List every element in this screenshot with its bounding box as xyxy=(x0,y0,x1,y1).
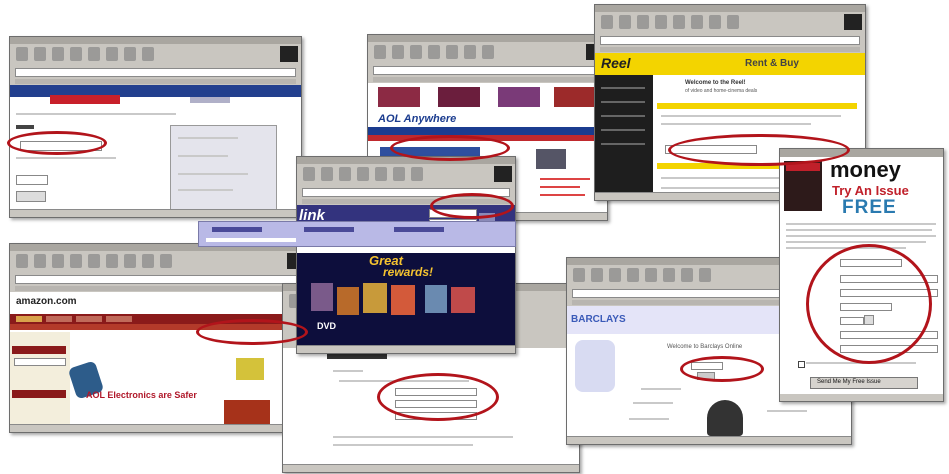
link-subnav xyxy=(206,238,296,242)
dvd-cover-6[interactable] xyxy=(451,287,475,313)
highlight-oval-link-login xyxy=(430,193,514,219)
brand-logo xyxy=(190,97,230,103)
stop-icon[interactable] xyxy=(52,47,64,61)
popup-status xyxy=(780,394,943,401)
favorites-icon[interactable] xyxy=(124,47,136,61)
header-banner xyxy=(595,53,865,75)
search-field[interactable] xyxy=(14,358,66,366)
amazon-logo: amazon.com xyxy=(16,296,77,307)
submit-button-label: Send Me My Free Issue xyxy=(817,379,881,385)
signin-button[interactable] xyxy=(16,191,46,202)
section-heading xyxy=(657,103,857,109)
promo-image-4[interactable] xyxy=(554,87,594,107)
promo-image-2[interactable] xyxy=(438,87,480,107)
browser-logo-icon xyxy=(844,14,862,30)
browser-chrome xyxy=(368,35,607,84)
dvd-cover-4[interactable] xyxy=(391,285,415,315)
address-bar[interactable] xyxy=(15,68,296,77)
optin-checkbox[interactable] xyxy=(798,361,805,368)
status-bar xyxy=(567,436,851,444)
status-bar xyxy=(10,209,301,217)
left-nav xyxy=(595,75,653,193)
forward-icon[interactable] xyxy=(34,47,46,61)
reel-logo: Reel xyxy=(601,55,631,71)
highlight-oval-amazon-tab xyxy=(196,319,308,345)
link-tab-2[interactable] xyxy=(304,227,354,232)
map-graphic xyxy=(575,340,615,392)
search-header xyxy=(12,346,66,354)
status-bar xyxy=(297,345,515,353)
browser-chrome xyxy=(595,5,865,54)
graduate-image xyxy=(707,400,743,436)
tab-dvd[interactable] xyxy=(106,316,132,322)
aol-logo-text: AOL Anywhere xyxy=(378,113,457,125)
signin-heading xyxy=(16,125,34,129)
browser-logo-icon xyxy=(494,166,512,182)
refresh-icon[interactable] xyxy=(70,47,82,61)
back-icon[interactable] xyxy=(16,47,28,61)
reel-banner-text: Rent & Buy xyxy=(745,58,799,69)
browser-chrome xyxy=(10,37,301,86)
tab-home[interactable] xyxy=(16,316,42,322)
dvd-label: DVD xyxy=(317,321,337,331)
status-bar xyxy=(10,424,308,432)
tab-music[interactable] xyxy=(76,316,102,322)
promo-text[interactable]: AOL Electronics are Safer xyxy=(86,390,197,400)
submit-button[interactable]: Send Me My Free Issue xyxy=(810,377,918,389)
promo-image-3[interactable] xyxy=(498,87,540,107)
highlight-oval-aol-login xyxy=(390,135,510,161)
tab-books[interactable] xyxy=(46,316,72,322)
offer-text: Try An Issue xyxy=(832,183,909,198)
link-tab-3[interactable] xyxy=(394,227,444,232)
welcome-subtext: of video and home-cinema deals xyxy=(685,88,758,94)
welcome-text: Welcome to Barclays Online xyxy=(667,344,743,350)
highlight-oval-barclays-login xyxy=(680,356,764,382)
welcome-text: Welcome to the Reel! xyxy=(685,80,746,86)
nav-bar xyxy=(368,127,607,135)
promo-banner[interactable] xyxy=(224,400,270,424)
link-tab-strip xyxy=(198,221,516,247)
highlight-oval-dvd-form xyxy=(377,373,499,421)
dvd-cover-2[interactable] xyxy=(337,287,359,315)
browse-header xyxy=(12,390,66,398)
page-content: amazon.com AOL Electronics are Safer xyxy=(10,292,308,425)
print-icon[interactable] xyxy=(142,47,154,61)
browser-window-bank xyxy=(9,36,302,218)
dvd-cover-3[interactable] xyxy=(363,283,387,313)
brand-banner xyxy=(50,95,120,104)
promo-badge[interactable] xyxy=(236,358,264,380)
browser-chrome xyxy=(10,244,308,293)
home-icon[interactable] xyxy=(88,47,100,61)
money-logo: money xyxy=(830,157,901,182)
highlight-oval-bank-login xyxy=(7,131,107,155)
photo-thumb[interactable] xyxy=(536,149,566,169)
form-heading xyxy=(327,354,387,359)
dvd-cover-5[interactable] xyxy=(425,285,447,313)
address-bar[interactable] xyxy=(600,36,860,45)
promo-subheading: rewards! xyxy=(383,265,434,279)
links-bar xyxy=(15,79,296,84)
free-text: FREE xyxy=(842,197,897,218)
status-bar xyxy=(283,464,579,472)
password-field[interactable] xyxy=(16,175,48,185)
address-bar[interactable] xyxy=(15,275,303,284)
dvd-cover-1[interactable] xyxy=(311,283,333,311)
browser-logo-icon xyxy=(280,46,298,62)
search-icon[interactable] xyxy=(106,47,118,61)
browser-window-link: link Great rewards! DVD xyxy=(296,156,516,354)
highlight-oval-money-form xyxy=(806,244,932,364)
barclays-logo: BARCLAYS xyxy=(571,314,626,325)
link-tab-1[interactable] xyxy=(212,227,262,232)
highlight-oval-reel-postcode xyxy=(668,134,850,166)
promo-image-1[interactable] xyxy=(378,87,420,107)
address-bar[interactable] xyxy=(373,66,602,75)
